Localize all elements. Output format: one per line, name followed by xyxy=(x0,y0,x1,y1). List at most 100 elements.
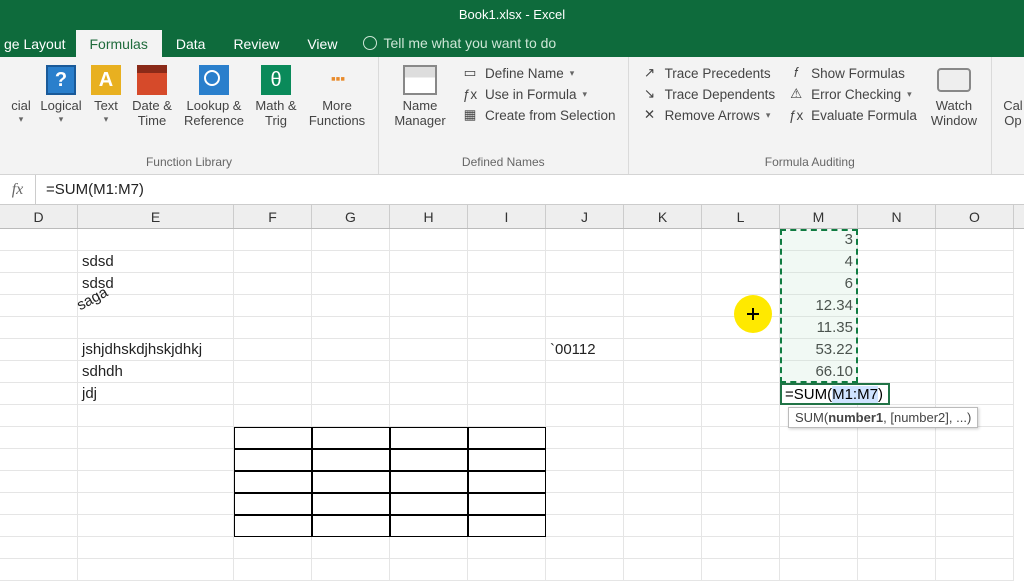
cell[interactable] xyxy=(234,229,312,251)
cell[interactable] xyxy=(390,405,468,427)
cell[interactable] xyxy=(468,471,546,493)
math-trig-button[interactable]: θ Math & Trig xyxy=(250,61,302,129)
cell[interactable] xyxy=(468,559,546,581)
cell[interactable] xyxy=(0,339,78,361)
cell[interactable] xyxy=(546,273,624,295)
formula-input[interactable] xyxy=(36,175,1024,204)
cell[interactable] xyxy=(234,493,312,515)
cell[interactable] xyxy=(858,295,936,317)
cell[interactable] xyxy=(546,471,624,493)
cell[interactable] xyxy=(702,229,780,251)
cell[interactable] xyxy=(858,559,936,581)
cell[interactable]: `00112 xyxy=(546,339,624,361)
cell[interactable] xyxy=(312,339,390,361)
cell[interactable] xyxy=(936,537,1014,559)
cell[interactable] xyxy=(702,515,780,537)
cell[interactable]: sdhdh xyxy=(78,361,234,383)
cell[interactable] xyxy=(390,427,468,449)
cell[interactable] xyxy=(234,449,312,471)
define-name-button[interactable]: ▭ Define Name ▾ xyxy=(461,64,616,82)
cell[interactable] xyxy=(858,251,936,273)
tab-data[interactable]: Data xyxy=(162,30,220,57)
cell[interactable] xyxy=(702,317,780,339)
cell[interactable] xyxy=(312,295,390,317)
cell[interactable] xyxy=(0,317,78,339)
col-header[interactable]: D xyxy=(0,205,78,228)
cell[interactable] xyxy=(702,471,780,493)
col-header[interactable]: K xyxy=(624,205,702,228)
cell[interactable] xyxy=(546,383,624,405)
cell[interactable] xyxy=(624,383,702,405)
cell[interactable] xyxy=(624,515,702,537)
cell[interactable] xyxy=(78,449,234,471)
show-formulas-button[interactable]: 𝑓 Show Formulas xyxy=(787,64,917,82)
cell[interactable] xyxy=(858,427,936,449)
cell[interactable] xyxy=(936,273,1014,295)
cell[interactable] xyxy=(936,295,1014,317)
cell[interactable] xyxy=(546,559,624,581)
cell[interactable] xyxy=(312,229,390,251)
cell[interactable] xyxy=(936,427,1014,449)
cell[interactable] xyxy=(234,471,312,493)
cell[interactable] xyxy=(624,559,702,581)
cell[interactable] xyxy=(780,559,858,581)
col-header[interactable]: G xyxy=(312,205,390,228)
cell[interactable] xyxy=(468,295,546,317)
cell[interactable] xyxy=(234,361,312,383)
cell[interactable] xyxy=(468,449,546,471)
cell[interactable] xyxy=(468,361,546,383)
tell-me[interactable]: Tell me what you want to do xyxy=(351,29,568,57)
cell[interactable] xyxy=(624,273,702,295)
cell[interactable] xyxy=(390,361,468,383)
cell[interactable] xyxy=(390,449,468,471)
date-time-button[interactable]: Date & Time xyxy=(126,61,178,129)
cell[interactable] xyxy=(546,361,624,383)
cell[interactable] xyxy=(780,537,858,559)
cell[interactable] xyxy=(624,449,702,471)
calculation-button[interactable]: Cal Op xyxy=(998,61,1024,129)
cell[interactable] xyxy=(390,251,468,273)
cell[interactable] xyxy=(702,273,780,295)
tab-formulas[interactable]: Formulas xyxy=(76,30,162,57)
cell[interactable] xyxy=(702,559,780,581)
trace-dependents-button[interactable]: ↘ Trace Dependents xyxy=(641,85,776,103)
cell[interactable] xyxy=(78,493,234,515)
fx-label[interactable]: fx xyxy=(0,175,36,204)
cell[interactable] xyxy=(624,251,702,273)
cell[interactable] xyxy=(546,251,624,273)
cell[interactable] xyxy=(936,361,1014,383)
cell[interactable]: 4 xyxy=(780,251,858,273)
cell[interactable] xyxy=(702,449,780,471)
cell[interactable] xyxy=(858,515,936,537)
cell[interactable] xyxy=(390,515,468,537)
cell[interactable] xyxy=(546,317,624,339)
cell[interactable] xyxy=(624,295,702,317)
cell[interactable] xyxy=(936,317,1014,339)
logical-button[interactable]: ? Logical ▾ xyxy=(36,61,86,125)
cell[interactable] xyxy=(936,471,1014,493)
cell[interactable]: jshjdhskdjhskjdhkj xyxy=(78,339,234,361)
create-from-selection-button[interactable]: ▦ Create from Selection xyxy=(461,106,616,124)
cell[interactable]: 6 xyxy=(780,273,858,295)
col-header[interactable]: J xyxy=(546,205,624,228)
cell[interactable] xyxy=(312,273,390,295)
cell[interactable] xyxy=(234,515,312,537)
cell[interactable] xyxy=(234,251,312,273)
cell[interactable] xyxy=(702,361,780,383)
cell[interactable] xyxy=(936,383,1014,405)
cell[interactable] xyxy=(546,405,624,427)
cell[interactable] xyxy=(468,515,546,537)
cell[interactable] xyxy=(858,317,936,339)
cell[interactable] xyxy=(546,449,624,471)
cell[interactable] xyxy=(702,295,780,317)
cell[interactable]: sdsd xyxy=(78,251,234,273)
cell[interactable] xyxy=(858,537,936,559)
cell[interactable] xyxy=(936,493,1014,515)
cell[interactable] xyxy=(390,339,468,361)
cell[interactable] xyxy=(702,339,780,361)
cell[interactable] xyxy=(858,493,936,515)
cell[interactable] xyxy=(312,493,390,515)
col-header[interactable]: E xyxy=(78,205,234,228)
cell[interactable] xyxy=(468,273,546,295)
name-manager-button[interactable]: Name Manager xyxy=(385,61,455,129)
